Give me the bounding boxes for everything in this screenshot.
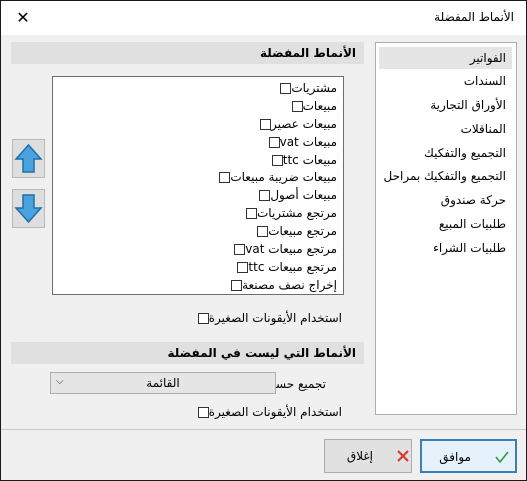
category-item-transfers[interactable]: المناقلات	[379, 118, 512, 140]
ok-button-label: موافق	[439, 450, 471, 464]
pattern-label: مبيعات أصول	[270, 188, 337, 202]
favorites-small-icons-option[interactable]: استخدام الأيقونات الصغيرة	[192, 309, 342, 327]
arrow-down-icon	[14, 194, 43, 224]
non-favorites-small-icons-option[interactable]: استخدام الأيقونات الصغيرة	[192, 403, 342, 421]
close-button-label: إغلاق	[346, 449, 373, 463]
favorites-pattern-list[interactable]: مشتريات مبيعات مبيعات عصير مبيعات vat مب…	[52, 76, 344, 295]
group-by-dropdown[interactable]: القائمة ⌵	[50, 372, 276, 394]
category-item-assembly[interactable]: التجميع والتفكيك	[379, 142, 512, 164]
ok-button[interactable]: موافق	[420, 439, 517, 473]
non-favorites-header: الأنماط التي ليست في المفضلة	[11, 342, 364, 364]
pattern-label: مرتجع مبيعات	[268, 224, 337, 238]
pattern-checkbox[interactable]	[268, 136, 280, 148]
chevron-down-icon: ⌵	[56, 376, 64, 387]
pattern-label: إخراج نصف مصنعة	[242, 278, 337, 292]
pattern-checkbox[interactable]	[245, 207, 257, 219]
pattern-item[interactable]: مرتجع مبيعات ttc	[231, 258, 337, 276]
pattern-label: مرتجع مبيعات ttc	[248, 260, 337, 274]
category-item-vouchers[interactable]: السندات	[379, 70, 512, 92]
category-item-invoices[interactable]: الفواتير	[379, 47, 512, 69]
footer-divider	[1, 429, 526, 430]
favorites-small-icons-checkbox[interactable]	[197, 312, 209, 324]
pattern-item[interactable]: مبيعات vat	[263, 133, 337, 151]
pattern-item[interactable]: مبيعات ttc	[266, 151, 337, 169]
favorites-header: الأنماط المفضلة	[11, 42, 364, 64]
pattern-label: مبيعات عصير	[270, 117, 337, 131]
checkmark-icon	[495, 451, 509, 464]
pattern-checkbox[interactable]	[234, 243, 246, 255]
pattern-checkbox[interactable]	[231, 279, 243, 291]
group-by-value: القائمة	[146, 376, 180, 390]
pattern-checkbox[interactable]	[280, 82, 292, 94]
pattern-item[interactable]: مبيعات ضريبة مبيعات	[213, 168, 337, 186]
category-list[interactable]: الفواتير السندات الأوراق التجارية المناق…	[375, 42, 517, 415]
pattern-item[interactable]: مبيعات عصير	[254, 115, 337, 133]
non-favorites-small-icons-checkbox[interactable]	[197, 406, 209, 418]
pattern-checkbox[interactable]	[271, 154, 283, 166]
category-item-sales-orders[interactable]: طلبيات المبيع	[379, 213, 512, 235]
arrow-up-icon	[14, 143, 43, 173]
pattern-checkbox[interactable]	[291, 100, 303, 112]
category-item-cash-movement[interactable]: حركة صندوق	[379, 189, 512, 211]
pattern-item[interactable]: مبيعات أصول	[253, 186, 337, 204]
category-item-purchase-orders[interactable]: طلبيات الشراء	[379, 237, 512, 259]
pattern-item[interactable]: مرتجع مبيعات	[251, 222, 337, 240]
pattern-checkbox[interactable]	[257, 225, 269, 237]
pattern-item[interactable]: مرتجع مبيعات vat	[228, 240, 337, 258]
close-button[interactable]: إغلاق	[324, 439, 412, 473]
category-item-staged-assembly[interactable]: التجميع والتفكيك بمراحل	[379, 165, 512, 187]
pattern-label: مبيعات	[302, 99, 337, 113]
pattern-checkbox[interactable]	[259, 189, 271, 201]
category-item-commercial-papers[interactable]: الأوراق التجارية	[379, 94, 512, 116]
pattern-item[interactable]: إخراج نصف مصنعة	[225, 276, 337, 294]
pattern-item[interactable]: مرتجع مشتريات	[240, 204, 337, 222]
pattern-label: مبيعات ttc	[282, 153, 337, 167]
title-bar: الأنماط المفضلة ✕	[1, 1, 526, 35]
pattern-item[interactable]: مشتريات	[274, 79, 337, 97]
non-favorites-small-icons-label: استخدام الأيقونات الصغيرة	[208, 405, 342, 419]
pattern-checkbox[interactable]	[259, 118, 271, 130]
move-up-button[interactable]	[12, 139, 45, 178]
pattern-item[interactable]: مبيعات	[286, 97, 337, 115]
pattern-checkbox[interactable]	[219, 171, 231, 183]
favorite-patterns-dialog: الأنماط المفضلة ✕ الفواتير السندات الأور…	[0, 0, 527, 481]
pattern-label: مبيعات ضريبة مبيعات	[230, 170, 337, 184]
pattern-label: مشتريات	[291, 81, 337, 95]
pattern-checkbox[interactable]	[237, 261, 249, 273]
move-down-button[interactable]	[12, 189, 45, 228]
pattern-label: مرتجع مبيعات vat	[245, 242, 337, 256]
window-title: الأنماط المفضلة	[434, 10, 514, 24]
close-window-icon[interactable]: ✕	[13, 8, 33, 28]
pattern-label: مرتجع مشتريات	[256, 206, 337, 220]
favorites-small-icons-label: استخدام الأيقونات الصغيرة	[208, 311, 342, 325]
pattern-label: مبيعات vat	[279, 135, 337, 149]
red-x-icon	[397, 450, 409, 462]
